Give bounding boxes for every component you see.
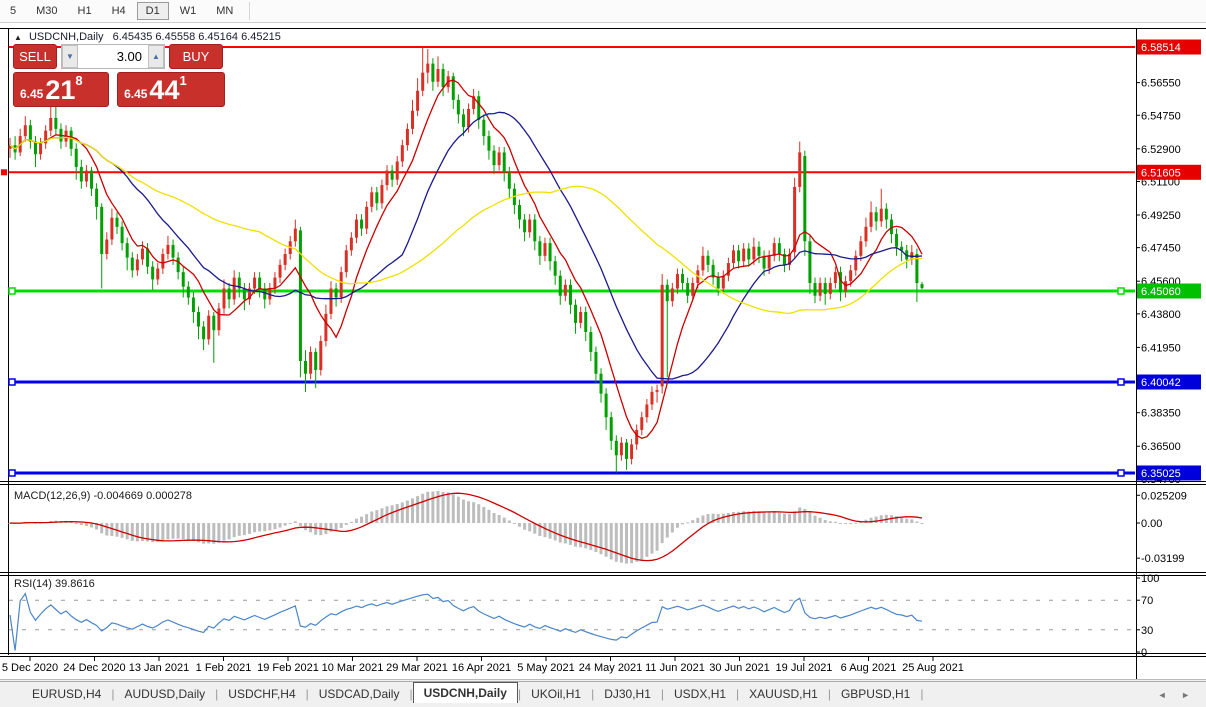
tab-scroll-arrows[interactable]: ◄ ► [1158,690,1196,704]
svg-text:5 Dec 2020: 5 Dec 2020 [2,662,58,674]
svg-text:6.56550: 6.56550 [1141,78,1181,90]
buy-price-big: 44 [149,77,179,104]
rsi-panel-group[interactable] [9,594,1135,651]
chart-title: ▲ USDCNH,Daily 6.45435 6.45558 6.45164 6… [14,31,281,43]
buy-button[interactable]: BUY [169,44,223,69]
chart-ohlc-values: 6.45435 6.45558 6.45164 6.45215 [113,31,281,43]
tab-xauusd[interactable]: XAUUSD,H1 [739,684,828,704]
sell-button[interactable]: SELL [13,44,57,69]
chart-frame [0,28,1206,680]
tab-dj30[interactable]: DJ30,H1 [594,684,661,704]
candles-group [9,47,924,472]
buy-price-display[interactable]: 6.45 44 1 [117,72,225,107]
tab-eurusd[interactable]: EURUSD,H4 [22,684,111,704]
svg-text:100: 100 [1141,573,1159,585]
price-axis[interactable]: 6.565506.547506.529006.511006.492506.474… [1136,40,1201,660]
svg-text:6.51605: 6.51605 [1141,167,1181,179]
tab-usdcad[interactable]: USDCAD,Daily [309,684,410,704]
svg-text:25 Aug 2021: 25 Aug 2021 [902,662,964,674]
one-click-trade-panel: SELL ▼ ▲ BUY 6.45 21 8 6.45 44 1 [13,44,225,107]
volume-stepper: ▼ ▲ [61,44,165,69]
tab-usdcnh[interactable]: USDCNH,Daily [413,682,518,704]
svg-text:13 Jan 2021: 13 Jan 2021 [129,662,190,674]
tab-usdchf[interactable]: USDCHF,H4 [218,684,305,704]
chart-symbol-label: USDCNH,Daily [29,31,104,43]
chart-tab-bar: EURUSD,H4|AUDUSD,Daily|USDCHF,H4|USDCAD,… [0,681,1206,704]
tab-gbpusd[interactable]: GBPUSD,H1 [831,684,920,704]
svg-text:6.38350: 6.38350 [1141,408,1181,420]
svg-text:10 Mar 2021: 10 Mar 2021 [322,662,384,674]
svg-text:5 May 2021: 5 May 2021 [517,662,574,674]
svg-text:30: 30 [1141,625,1153,637]
svg-text:0: 0 [1141,647,1147,659]
sell-price-small: 6.45 [20,87,43,101]
svg-text:6.52900: 6.52900 [1141,144,1181,156]
svg-text:0.025209: 0.025209 [1141,490,1187,502]
horizontal-level-lines[interactable] [1,47,1135,476]
svg-text:6.35025: 6.35025 [1141,468,1181,480]
svg-text:29 Mar 2021: 29 Mar 2021 [386,662,448,674]
svg-text:6.40042: 6.40042 [1141,377,1181,389]
svg-text:0.00: 0.00 [1141,518,1162,530]
tab-separator: | [920,687,923,704]
volume-decrease-icon[interactable]: ▼ [62,45,78,68]
svg-text:6 Aug 2021: 6 Aug 2021 [841,662,897,674]
date-axis[interactable]: 5 Dec 2020 24 Dec 2020 13 Jan 2021 1 Feb 20… [2,657,964,674]
svg-text:6.58514: 6.58514 [1141,42,1181,54]
sell-price-big: 21 [45,77,75,104]
buy-price-small: 6.45 [124,87,147,101]
svg-text:6.41950: 6.41950 [1141,342,1181,354]
svg-text:30 Jun 2021: 30 Jun 2021 [709,662,770,674]
tab-ukoil[interactable]: UKOil,H1 [521,684,591,704]
svg-text:6.47450: 6.47450 [1141,243,1181,255]
svg-text:6.49250: 6.49250 [1141,210,1181,222]
svg-text:6.45060: 6.45060 [1141,286,1181,298]
sell-price-sup: 8 [75,73,82,88]
status-strip [0,703,1206,707]
svg-text:19 Feb 2021: 19 Feb 2021 [257,662,319,674]
svg-text:16 Apr 2021: 16 Apr 2021 [452,662,511,674]
terminal-window: 5M30H1H4D1W1MN 6.565506.547506.529006.51… [0,0,1206,707]
buy-price-sup: 1 [179,73,186,88]
svg-text:6.43800: 6.43800 [1141,309,1181,321]
svg-text:70: 70 [1141,595,1153,607]
macd-indicator-label: MACD(12,26,9) -0.004669 0.000278 [14,490,192,502]
volume-input[interactable] [78,45,148,68]
sell-price-display[interactable]: 6.45 21 8 [13,72,109,107]
tab-usdx[interactable]: USDX,H1 [664,684,736,704]
svg-text:11 Jun 2021: 11 Jun 2021 [645,662,705,674]
svg-text:6.36500: 6.36500 [1141,441,1181,453]
svg-text:19 Jul 2021: 19 Jul 2021 [776,662,833,674]
rsi-indicator-label: RSI(14) 39.8616 [14,578,95,590]
svg-text:1 Feb 2021: 1 Feb 2021 [196,662,252,674]
volume-increase-icon[interactable]: ▲ [148,45,164,68]
svg-text:24 May 2021: 24 May 2021 [579,662,643,674]
svg-text:6.54750: 6.54750 [1141,110,1181,122]
svg-text:24 Dec 2020: 24 Dec 2020 [63,662,125,674]
collapse-icon[interactable]: ▲ [14,33,22,42]
tab-audusd[interactable]: AUDUSD,Daily [114,684,215,704]
svg-text:-0.03199: -0.03199 [1141,553,1184,565]
